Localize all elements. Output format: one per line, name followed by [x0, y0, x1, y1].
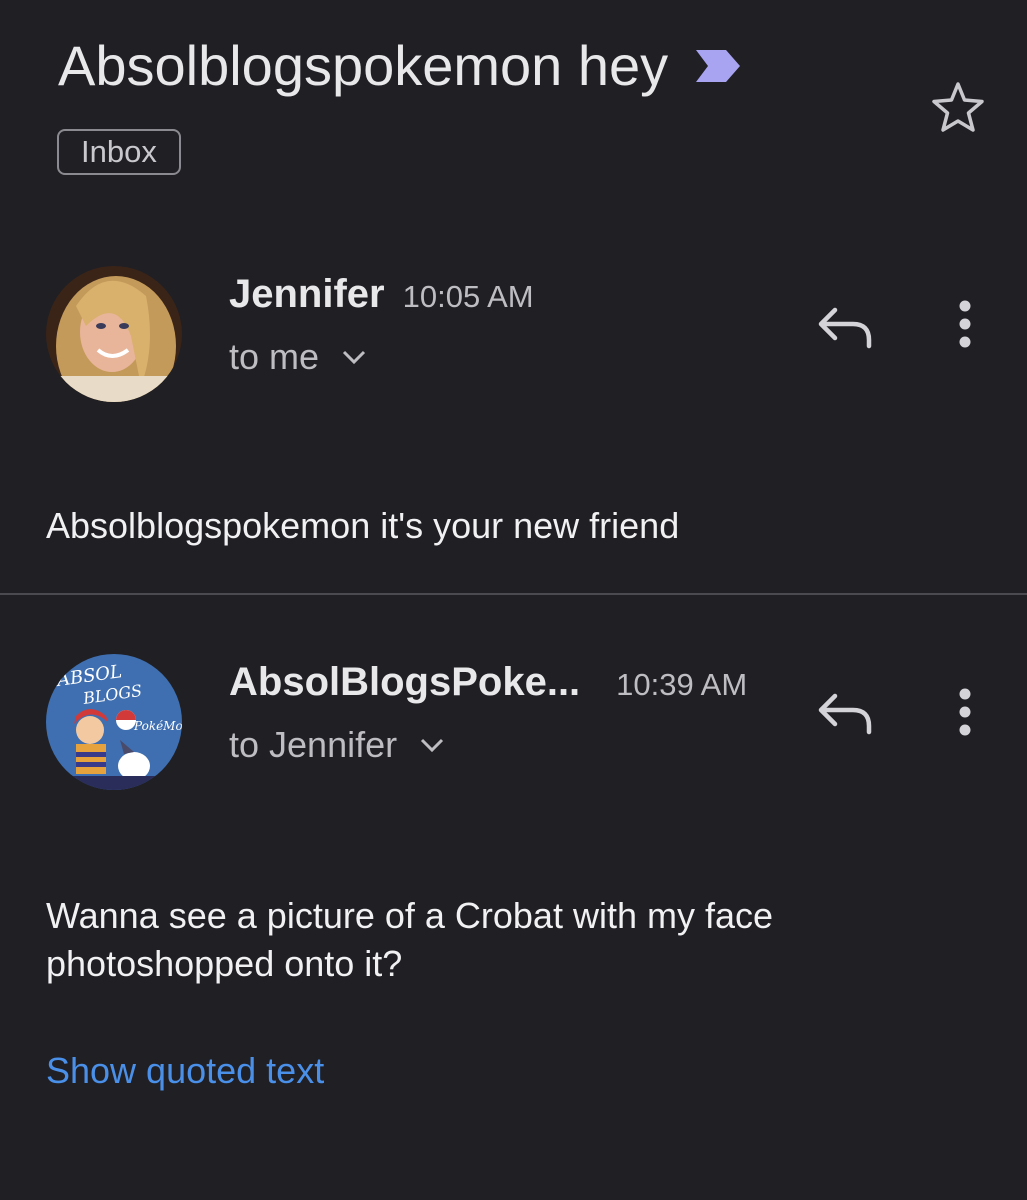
chevron-down-icon: [342, 350, 366, 365]
importance-marker-icon[interactable]: [692, 46, 744, 86]
recipient-label: to me: [229, 336, 320, 377]
chevron-down-icon: [421, 738, 444, 753]
email-subject: Absolblogspokemon hey: [58, 34, 669, 97]
reply-icon[interactable]: [815, 688, 875, 738]
message-2: ABSOL BLOGS PokéMon AbsolBlogsPoke... 10…: [0, 650, 1027, 1170]
subject-row: Absolblogspokemon hey: [58, 30, 744, 102]
more-vert-icon[interactable]: [945, 296, 985, 356]
message-body: Wanna see a picture of a Crobat with my …: [46, 895, 774, 984]
message-body: Absolblogspokemon it's your new friend: [46, 505, 680, 546]
more-vert-icon[interactable]: [945, 684, 985, 744]
label-chip-inbox[interactable]: Inbox: [57, 129, 181, 175]
star-icon[interactable]: [928, 78, 988, 138]
sender-line: Jennifer 10:05 AM: [229, 272, 534, 317]
reply-icon[interactable]: [815, 302, 875, 352]
avatar[interactable]: [46, 266, 182, 402]
svg-text:PokéMon: PokéMon: [133, 719, 182, 733]
recipient-label: to Jennifer: [229, 724, 398, 765]
sender-name[interactable]: AbsolBlogsPoke...: [229, 660, 580, 705]
recipient-details-toggle[interactable]: to me: [229, 336, 367, 378]
message-time: 10:05 AM: [402, 279, 534, 314]
sender-line: AbsolBlogsPoke... 10:39 AM: [229, 660, 747, 705]
sender-name[interactable]: Jennifer: [229, 272, 385, 317]
recipient-details-toggle[interactable]: to Jennifer: [229, 724, 445, 766]
message-1: Jennifer 10:05 AM to me Absolblogspokemo…: [0, 262, 1027, 592]
show-quoted-text-link[interactable]: Show quoted text: [46, 1050, 324, 1092]
avatar[interactable]: ABSOL BLOGS PokéMon: [46, 654, 182, 790]
message-divider: [0, 593, 1027, 595]
message-time: 10:39 AM: [616, 667, 748, 702]
